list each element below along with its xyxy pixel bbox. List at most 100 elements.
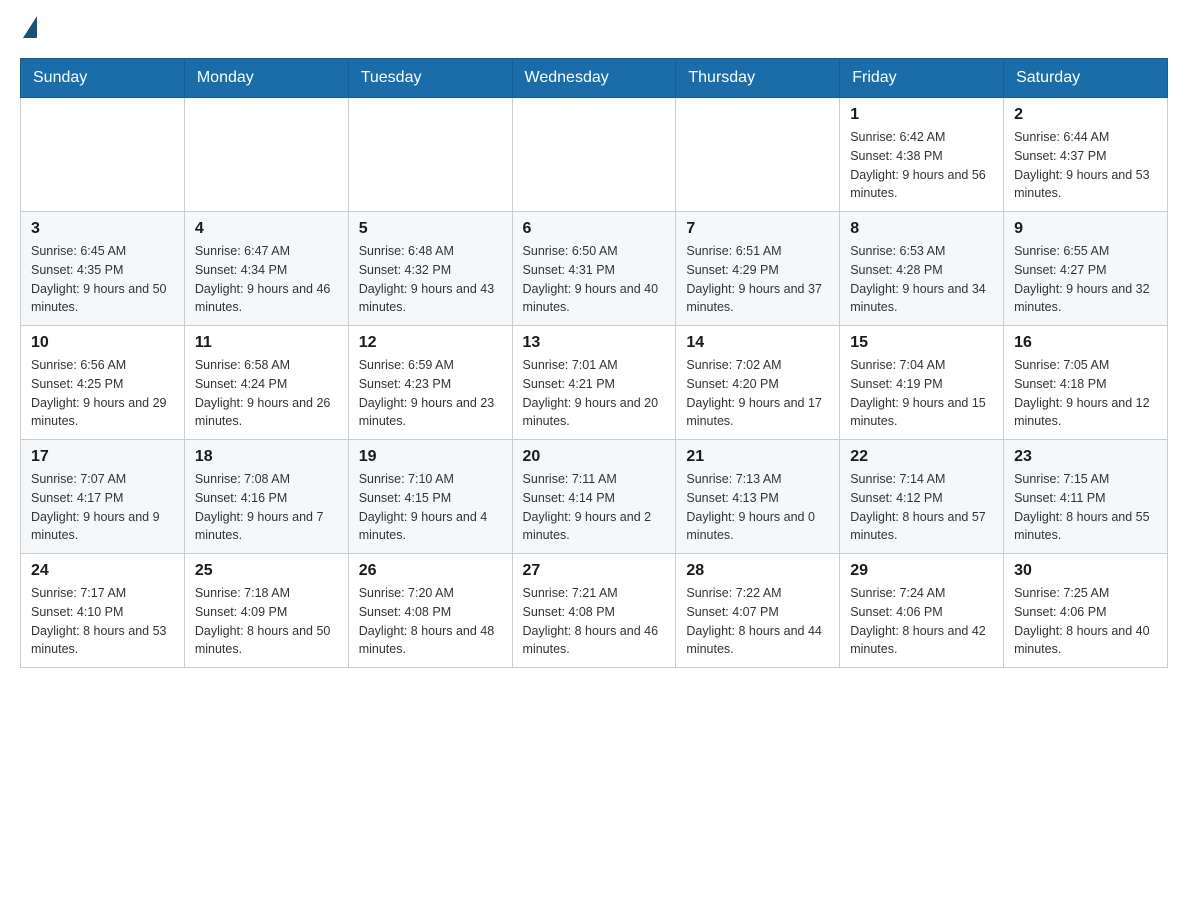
day-number: 11 [195, 334, 338, 352]
day-info: Sunrise: 7:20 AM Sunset: 4:08 PM Dayligh… [359, 584, 502, 659]
calendar-cell: 18 Sunrise: 7:08 AM Sunset: 4:16 PM Dayli… [184, 440, 348, 554]
day-info: Sunrise: 7:25 AM Sunset: 4:06 PM Dayligh… [1014, 584, 1157, 659]
calendar-cell: 9 Sunrise: 6:55 AM Sunset: 4:27 PM Daylig… [1004, 212, 1168, 326]
day-number: 27 [523, 562, 666, 580]
calendar-cell: 4 Sunrise: 6:47 AM Sunset: 4:34 PM Daylig… [184, 212, 348, 326]
calendar-cell [348, 98, 512, 212]
day-info: Sunrise: 7:02 AM Sunset: 4:20 PM Dayligh… [686, 356, 829, 431]
day-number: 6 [523, 220, 666, 238]
calendar-cell: 21Sunrise: 7:13 AM Sunset: 4:13 PM Dayli… [676, 440, 840, 554]
day-number: 19 [359, 448, 502, 466]
calendar-cell: 5 Sunrise: 6:48 AM Sunset: 4:32 PM Daylig… [348, 212, 512, 326]
calendar-cell: 20 Sunrise: 7:11 AM Sunset: 4:14 PM Dayli… [512, 440, 676, 554]
day-number: 8 [850, 220, 993, 238]
day-number: 26 [359, 562, 502, 580]
day-info: Sunrise: 7:04 AM Sunset: 4:19 PM Dayligh… [850, 356, 993, 431]
calendar-cell: 2Sunrise: 6:44 AM Sunset: 4:37 PM Daylig… [1004, 98, 1168, 212]
day-info: Sunrise: 7:13 AM Sunset: 4:13 PM Dayligh… [686, 470, 829, 545]
calendar-cell: 7 Sunrise: 6:51 AM Sunset: 4:29 PM Daylig… [676, 212, 840, 326]
calendar-header-row: SundayMondayTuesdayWednesdayThursdayFrid… [21, 59, 1168, 98]
day-info: Sunrise: 7:15 AM Sunset: 4:11 PM Dayligh… [1014, 470, 1157, 545]
day-info: Sunrise: 6:48 AM Sunset: 4:32 PM Dayligh… [359, 242, 502, 317]
logo [20, 20, 37, 38]
calendar-cell [676, 98, 840, 212]
calendar-cell: 15 Sunrise: 7:04 AM Sunset: 4:19 PM Dayli… [840, 326, 1004, 440]
day-number: 25 [195, 562, 338, 580]
calendar-cell: 14 Sunrise: 7:02 AM Sunset: 4:20 PM Dayli… [676, 326, 840, 440]
day-number: 13 [523, 334, 666, 352]
day-info: Sunrise: 7:08 AM Sunset: 4:16 PM Dayligh… [195, 470, 338, 545]
day-info: Sunrise: 6:50 AM Sunset: 4:31 PM Dayligh… [523, 242, 666, 317]
day-info: Sunrise: 6:47 AM Sunset: 4:34 PM Dayligh… [195, 242, 338, 317]
calendar-cell: 11Sunrise: 6:58 AM Sunset: 4:24 PM Dayli… [184, 326, 348, 440]
calendar-cell: 28 Sunrise: 7:22 AM Sunset: 4:07 PM Dayli… [676, 554, 840, 668]
day-number: 28 [686, 562, 829, 580]
day-header-friday: Friday [840, 59, 1004, 98]
day-header-monday: Monday [184, 59, 348, 98]
calendar-cell: 23Sunrise: 7:15 AM Sunset: 4:11 PM Dayli… [1004, 440, 1168, 554]
calendar-cell [512, 98, 676, 212]
calendar-week-row: 1Sunrise: 6:42 AM Sunset: 4:38 PM Daylig… [21, 98, 1168, 212]
day-number: 3 [31, 220, 174, 238]
calendar-week-row: 17Sunrise: 7:07 AM Sunset: 4:17 PM Dayli… [21, 440, 1168, 554]
day-info: Sunrise: 7:17 AM Sunset: 4:10 PM Dayligh… [31, 584, 174, 659]
day-info: Sunrise: 7:24 AM Sunset: 4:06 PM Dayligh… [850, 584, 993, 659]
day-info: Sunrise: 7:05 AM Sunset: 4:18 PM Dayligh… [1014, 356, 1157, 431]
day-header-sunday: Sunday [21, 59, 185, 98]
day-number: 18 [195, 448, 338, 466]
day-info: Sunrise: 6:59 AM Sunset: 4:23 PM Dayligh… [359, 356, 502, 431]
day-header-tuesday: Tuesday [348, 59, 512, 98]
calendar-week-row: 24 Sunrise: 7:17 AM Sunset: 4:10 PM Dayli… [21, 554, 1168, 668]
calendar-cell: 19 Sunrise: 7:10 AM Sunset: 4:15 PM Dayli… [348, 440, 512, 554]
calendar-cell: 3 Sunrise: 6:45 AM Sunset: 4:35 PM Daylig… [21, 212, 185, 326]
logo-triangle-icon [23, 16, 37, 38]
calendar-cell: 1Sunrise: 6:42 AM Sunset: 4:38 PM Daylig… [840, 98, 1004, 212]
day-info: Sunrise: 6:53 AM Sunset: 4:28 PM Dayligh… [850, 242, 993, 317]
day-info: Sunrise: 7:01 AM Sunset: 4:21 PM Dayligh… [523, 356, 666, 431]
calendar-cell: 16 Sunrise: 7:05 AM Sunset: 4:18 PM Dayli… [1004, 326, 1168, 440]
calendar-cell: 24 Sunrise: 7:17 AM Sunset: 4:10 PM Dayli… [21, 554, 185, 668]
day-number: 1 [850, 106, 993, 124]
page-header [20, 20, 1168, 38]
day-header-wednesday: Wednesday [512, 59, 676, 98]
day-info: Sunrise: 7:10 AM Sunset: 4:15 PM Dayligh… [359, 470, 502, 545]
day-number: 16 [1014, 334, 1157, 352]
day-number: 17 [31, 448, 174, 466]
day-number: 14 [686, 334, 829, 352]
day-header-saturday: Saturday [1004, 59, 1168, 98]
day-info: Sunrise: 6:51 AM Sunset: 4:29 PM Dayligh… [686, 242, 829, 317]
day-info: Sunrise: 7:22 AM Sunset: 4:07 PM Dayligh… [686, 584, 829, 659]
calendar-cell: 6 Sunrise: 6:50 AM Sunset: 4:31 PM Daylig… [512, 212, 676, 326]
calendar-cell: 25 Sunrise: 7:18 AM Sunset: 4:09 PM Dayli… [184, 554, 348, 668]
calendar-week-row: 10Sunrise: 6:56 AM Sunset: 4:25 PM Dayli… [21, 326, 1168, 440]
calendar-cell: 22 Sunrise: 7:14 AM Sunset: 4:12 PM Dayli… [840, 440, 1004, 554]
calendar-week-row: 3 Sunrise: 6:45 AM Sunset: 4:35 PM Daylig… [21, 212, 1168, 326]
calendar-cell: 17Sunrise: 7:07 AM Sunset: 4:17 PM Dayli… [21, 440, 185, 554]
day-number: 20 [523, 448, 666, 466]
day-info: Sunrise: 7:11 AM Sunset: 4:14 PM Dayligh… [523, 470, 666, 545]
day-number: 15 [850, 334, 993, 352]
day-number: 7 [686, 220, 829, 238]
day-number: 4 [195, 220, 338, 238]
calendar-cell: 12 Sunrise: 6:59 AM Sunset: 4:23 PM Dayli… [348, 326, 512, 440]
day-info: Sunrise: 7:21 AM Sunset: 4:08 PM Dayligh… [523, 584, 666, 659]
day-header-thursday: Thursday [676, 59, 840, 98]
day-number: 22 [850, 448, 993, 466]
calendar-cell: 10Sunrise: 6:56 AM Sunset: 4:25 PM Dayli… [21, 326, 185, 440]
day-info: Sunrise: 7:14 AM Sunset: 4:12 PM Dayligh… [850, 470, 993, 545]
calendar-cell: 8 Sunrise: 6:53 AM Sunset: 4:28 PM Daylig… [840, 212, 1004, 326]
day-info: Sunrise: 6:56 AM Sunset: 4:25 PM Dayligh… [31, 356, 174, 431]
day-info: Sunrise: 7:18 AM Sunset: 4:09 PM Dayligh… [195, 584, 338, 659]
calendar-cell: 26 Sunrise: 7:20 AM Sunset: 4:08 PM Dayli… [348, 554, 512, 668]
day-number: 9 [1014, 220, 1157, 238]
day-info: Sunrise: 6:45 AM Sunset: 4:35 PM Dayligh… [31, 242, 174, 317]
calendar-cell: 13 Sunrise: 7:01 AM Sunset: 4:21 PM Dayli… [512, 326, 676, 440]
day-info: Sunrise: 6:55 AM Sunset: 4:27 PM Dayligh… [1014, 242, 1157, 317]
day-number: 24 [31, 562, 174, 580]
day-number: 5 [359, 220, 502, 238]
day-number: 12 [359, 334, 502, 352]
day-number: 2 [1014, 106, 1157, 124]
calendar-cell: 29Sunrise: 7:24 AM Sunset: 4:06 PM Dayli… [840, 554, 1004, 668]
calendar-table: SundayMondayTuesdayWednesdayThursdayFrid… [20, 58, 1168, 668]
day-number: 30 [1014, 562, 1157, 580]
